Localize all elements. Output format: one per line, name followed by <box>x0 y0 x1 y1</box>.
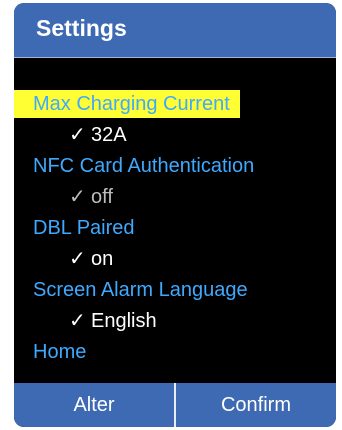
menu-item-label: DBL Paired <box>33 217 135 239</box>
menu-item-label: Home <box>33 341 87 363</box>
header-bar: Settings <box>14 3 336 58</box>
menu-item-max-charging-current[interactable]: Max Charging Current <box>14 89 336 120</box>
check-icon: ✓ <box>69 124 86 146</box>
menu-item-label: NFC Card Authentication <box>33 155 255 177</box>
menu-item-nfc-card-authentication[interactable]: NFC Card Authentication <box>14 151 336 182</box>
menu-item-home[interactable]: Home <box>14 337 336 368</box>
menu-item-label: Max Charging Current <box>14 90 240 118</box>
menu-item-label: Screen Alarm Language <box>33 279 248 301</box>
value-text: 32A <box>91 124 127 146</box>
menu-item-value: ✓ 32A <box>14 120 336 151</box>
menu-item-screen-alarm-language[interactable]: Screen Alarm Language <box>14 275 336 306</box>
page-title: Settings <box>36 15 127 41</box>
check-icon: ✓ <box>69 248 86 270</box>
confirm-button[interactable]: Confirm <box>176 383 336 427</box>
menu-item-value: ✓ on <box>14 244 336 275</box>
footer-bar: Alter Confirm <box>14 383 336 427</box>
device-screen: Settings Max Charging Current ✓ 32A NFC C… <box>14 3 336 427</box>
menu-item-value: ✓ English <box>14 306 336 337</box>
menu-item-value: ✓ off <box>14 182 336 213</box>
menu-item-dbl-paired[interactable]: DBL Paired <box>14 213 336 244</box>
settings-menu: Max Charging Current ✓ 32A NFC Card Authe… <box>14 89 336 368</box>
value-text: off <box>91 186 113 208</box>
alter-button[interactable]: Alter <box>14 383 174 427</box>
check-icon: ✓ <box>69 310 86 332</box>
check-icon: ✓ <box>69 186 86 208</box>
value-text: English <box>91 310 157 332</box>
value-text: on <box>91 248 114 270</box>
